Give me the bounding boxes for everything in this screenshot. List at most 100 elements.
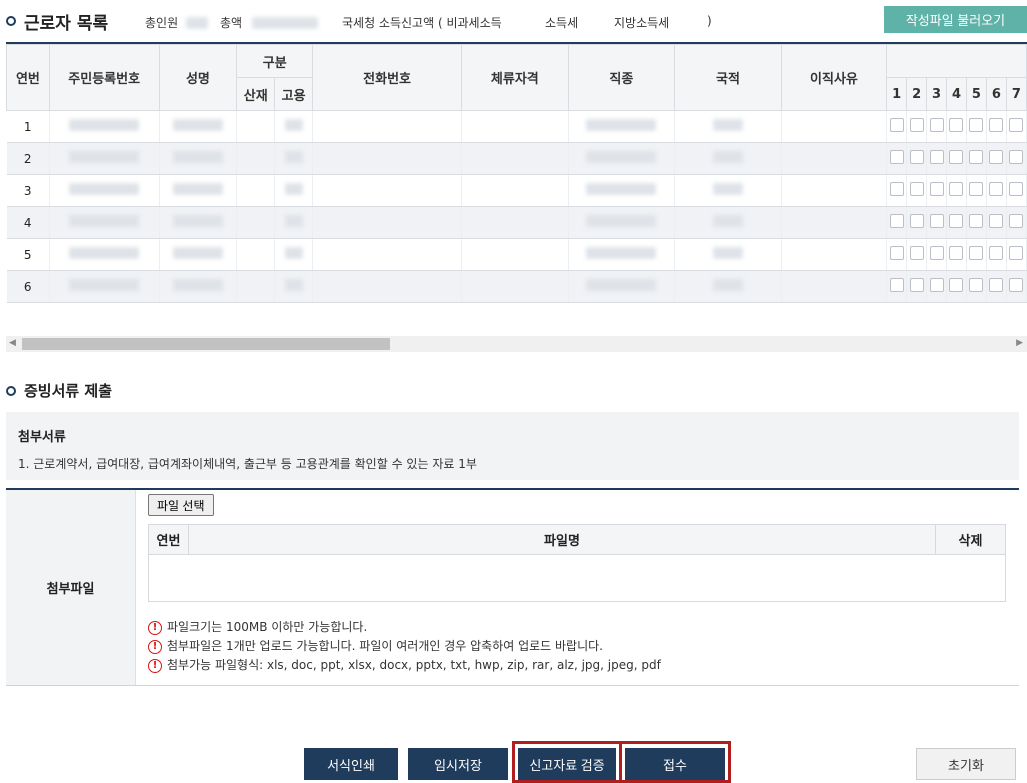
- day-checkbox[interactable]: [929, 214, 944, 228]
- rrn-cell[interactable]: [49, 206, 160, 239]
- reset-button[interactable]: 초기화: [916, 748, 1016, 780]
- day-checkbox[interactable]: [1009, 182, 1024, 196]
- scrollbar-thumb[interactable]: [22, 338, 390, 350]
- load-file-button[interactable]: 작성파일 불러오기: [884, 6, 1027, 33]
- day-checkbox[interactable]: [909, 150, 924, 164]
- file-select-button[interactable]: 파일 선택: [148, 494, 214, 516]
- visa-cell[interactable]: [461, 142, 569, 175]
- day-checkbox[interactable]: [989, 246, 1004, 260]
- day-checkbox[interactable]: [969, 246, 984, 260]
- day-checkbox[interactable]: [1009, 150, 1024, 164]
- day-checkbox[interactable]: [909, 118, 924, 132]
- job-cell[interactable]: [568, 110, 676, 143]
- employ-cell[interactable]: [274, 270, 314, 303]
- day-checkbox[interactable]: [909, 246, 924, 260]
- visa-cell[interactable]: [461, 270, 569, 303]
- job-cell[interactable]: [568, 238, 676, 271]
- day-checkbox[interactable]: [929, 118, 944, 132]
- day-checkbox[interactable]: [1009, 246, 1024, 260]
- temp-save-button[interactable]: 임시저장: [408, 748, 508, 780]
- table-row[interactable]: 1: [6, 110, 1027, 143]
- day-checkbox[interactable]: [969, 150, 984, 164]
- nationality-cell[interactable]: [674, 270, 782, 303]
- print-form-button[interactable]: 서식인쇄: [304, 748, 398, 780]
- job-cell[interactable]: [568, 270, 676, 303]
- day-checkbox[interactable]: [1009, 118, 1024, 132]
- day-checkbox[interactable]: [949, 118, 964, 132]
- day-checkbox[interactable]: [929, 278, 944, 292]
- day-checkbox[interactable]: [949, 246, 964, 260]
- scroll-left-icon[interactable]: ◀: [9, 338, 16, 348]
- phone-cell[interactable]: [312, 206, 463, 239]
- leave-reason-cell[interactable]: [781, 174, 888, 207]
- visa-cell[interactable]: [461, 110, 569, 143]
- day-checkbox[interactable]: [969, 182, 984, 196]
- job-cell[interactable]: [568, 142, 676, 175]
- rrn-cell[interactable]: [49, 174, 160, 207]
- day-checkbox[interactable]: [1009, 214, 1024, 228]
- day-checkbox[interactable]: [889, 246, 904, 260]
- name-cell[interactable]: [159, 206, 238, 239]
- leave-reason-cell[interactable]: [781, 142, 888, 175]
- day-checkbox[interactable]: [889, 214, 904, 228]
- horizontal-scrollbar[interactable]: ◀ ▶: [6, 336, 1027, 352]
- injury-cell[interactable]: [236, 270, 276, 303]
- rrn-cell[interactable]: [49, 142, 160, 175]
- employ-cell[interactable]: [274, 142, 314, 175]
- name-cell[interactable]: [159, 174, 238, 207]
- name-cell[interactable]: [159, 238, 238, 271]
- table-row[interactable]: 3: [6, 174, 1027, 207]
- visa-cell[interactable]: [461, 206, 569, 239]
- day-checkbox[interactable]: [1009, 278, 1024, 292]
- visa-cell[interactable]: [461, 174, 569, 207]
- leave-reason-cell[interactable]: [781, 110, 888, 143]
- day-checkbox[interactable]: [949, 182, 964, 196]
- day-checkbox[interactable]: [929, 182, 944, 196]
- scroll-right-icon[interactable]: ▶: [1016, 338, 1023, 348]
- job-cell[interactable]: [568, 206, 676, 239]
- injury-cell[interactable]: [236, 174, 276, 207]
- injury-cell[interactable]: [236, 238, 276, 271]
- day-checkbox[interactable]: [969, 214, 984, 228]
- injury-cell[interactable]: [236, 110, 276, 143]
- nationality-cell[interactable]: [674, 142, 782, 175]
- nationality-cell[interactable]: [674, 110, 782, 143]
- day-checkbox[interactable]: [889, 278, 904, 292]
- day-checkbox[interactable]: [909, 182, 924, 196]
- nationality-cell[interactable]: [674, 174, 782, 207]
- day-checkbox[interactable]: [949, 214, 964, 228]
- injury-cell[interactable]: [236, 142, 276, 175]
- day-checkbox[interactable]: [969, 278, 984, 292]
- day-checkbox[interactable]: [989, 118, 1004, 132]
- phone-cell[interactable]: [312, 142, 463, 175]
- day-checkbox[interactable]: [949, 278, 964, 292]
- day-checkbox[interactable]: [989, 182, 1004, 196]
- nationality-cell[interactable]: [674, 238, 782, 271]
- phone-cell[interactable]: [312, 110, 463, 143]
- visa-cell[interactable]: [461, 238, 569, 271]
- table-row[interactable]: 6: [6, 270, 1027, 303]
- employ-cell[interactable]: [274, 206, 314, 239]
- day-checkbox[interactable]: [929, 246, 944, 260]
- rrn-cell[interactable]: [49, 270, 160, 303]
- leave-reason-cell[interactable]: [781, 238, 888, 271]
- day-checkbox[interactable]: [989, 278, 1004, 292]
- table-row[interactable]: 2: [6, 142, 1027, 175]
- name-cell[interactable]: [159, 110, 238, 143]
- phone-cell[interactable]: [312, 174, 463, 207]
- day-checkbox[interactable]: [989, 150, 1004, 164]
- day-checkbox[interactable]: [969, 118, 984, 132]
- day-checkbox[interactable]: [909, 214, 924, 228]
- rrn-cell[interactable]: [49, 238, 160, 271]
- leave-reason-cell[interactable]: [781, 206, 888, 239]
- submit-button[interactable]: 접수: [625, 748, 725, 780]
- verify-data-button[interactable]: 신고자료 검증: [518, 748, 616, 780]
- rrn-cell[interactable]: [49, 110, 160, 143]
- phone-cell[interactable]: [312, 238, 463, 271]
- day-checkbox[interactable]: [889, 150, 904, 164]
- job-cell[interactable]: [568, 174, 676, 207]
- employ-cell[interactable]: [274, 238, 314, 271]
- day-checkbox[interactable]: [889, 118, 904, 132]
- injury-cell[interactable]: [236, 206, 276, 239]
- name-cell[interactable]: [159, 270, 238, 303]
